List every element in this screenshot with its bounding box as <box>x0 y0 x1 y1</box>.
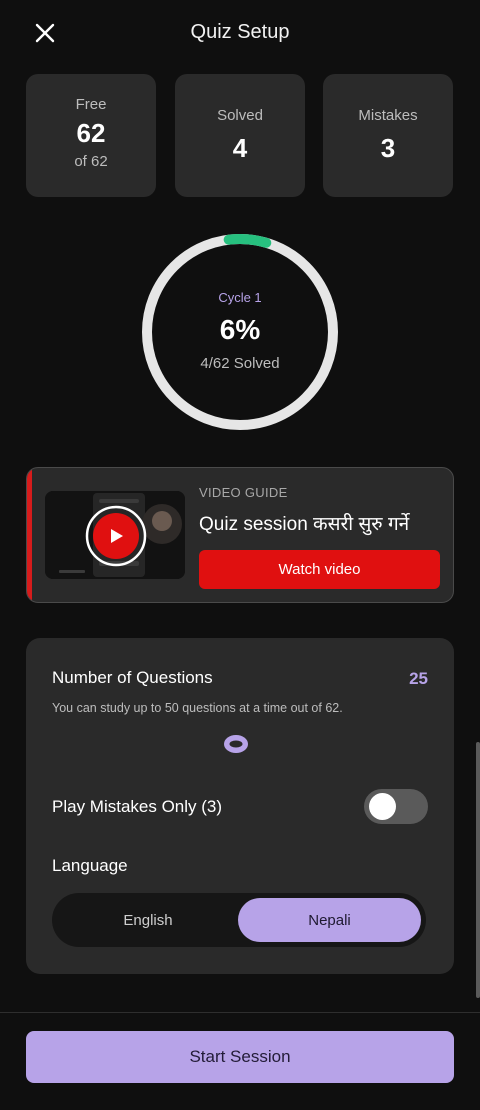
stat-label-free: Free <box>75 96 107 113</box>
stat-value-solved: 4 <box>232 133 248 163</box>
stat-label-solved: Solved <box>217 107 263 124</box>
scrollbar[interactable] <box>476 742 480 998</box>
stat-value-free: 62 <box>76 118 106 148</box>
footer-divider <box>0 1012 480 1013</box>
slider-thumb-icon <box>224 735 248 753</box>
questions-label: Number of Questions <box>52 668 213 687</box>
progress-ring-text: Cycle 1 6% 4/62 Solved <box>140 232 340 432</box>
settings-card: Number of Questions 25 You can study up … <box>26 638 454 974</box>
questions-help-text: You can study up to 50 questions at a ti… <box>52 701 343 715</box>
language-option-nepali[interactable]: Nepali <box>238 898 421 942</box>
video-thumbnail[interactable] <box>45 491 185 579</box>
language-label: Language <box>52 856 128 875</box>
mistakes-only-toggle[interactable] <box>364 789 428 824</box>
mistakes-only-label: Play Mistakes Only (3) <box>52 797 223 816</box>
questions-slider-thumb[interactable] <box>222 733 250 755</box>
progress-solved-count: 4/62 Solved <box>200 355 280 372</box>
video-guide-kicker: VIDEO GUIDE <box>199 485 288 500</box>
video-thumbnail-graphic <box>45 491 185 579</box>
language-selector: English Nepali <box>52 893 426 947</box>
video-guide-title: Quiz session कसरी सुरु गर्ने <box>199 514 410 535</box>
progress-percent: 6% <box>219 314 261 345</box>
cycle-label: Cycle 1 <box>218 290 262 305</box>
progress-ring: Cycle 1 6% 4/62 Solved <box>140 232 340 432</box>
video-guide-card[interactable]: VIDEO GUIDE Quiz session कसरी सुरु गर्ने… <box>26 467 454 603</box>
questions-value: 25 <box>409 669 428 688</box>
stat-value-mistakes: 3 <box>380 133 396 163</box>
stat-card-solved: Solved 4 <box>175 74 305 197</box>
page-title: Quiz Setup <box>190 21 290 43</box>
stat-label-mistakes: Mistakes <box>358 107 418 124</box>
header: Quiz Setup <box>0 0 480 66</box>
toggle-knob <box>369 793 396 820</box>
watch-video-button[interactable]: Watch video <box>199 550 440 589</box>
stat-card-mistakes: Mistakes 3 <box>323 74 453 197</box>
stat-sub-free: of 62 <box>74 153 108 170</box>
language-option-english[interactable]: English <box>56 898 240 942</box>
stat-card-free: Free 62 of 62 <box>26 74 156 197</box>
start-session-button[interactable]: Start Session <box>26 1031 454 1083</box>
video-card-accent <box>27 468 32 602</box>
